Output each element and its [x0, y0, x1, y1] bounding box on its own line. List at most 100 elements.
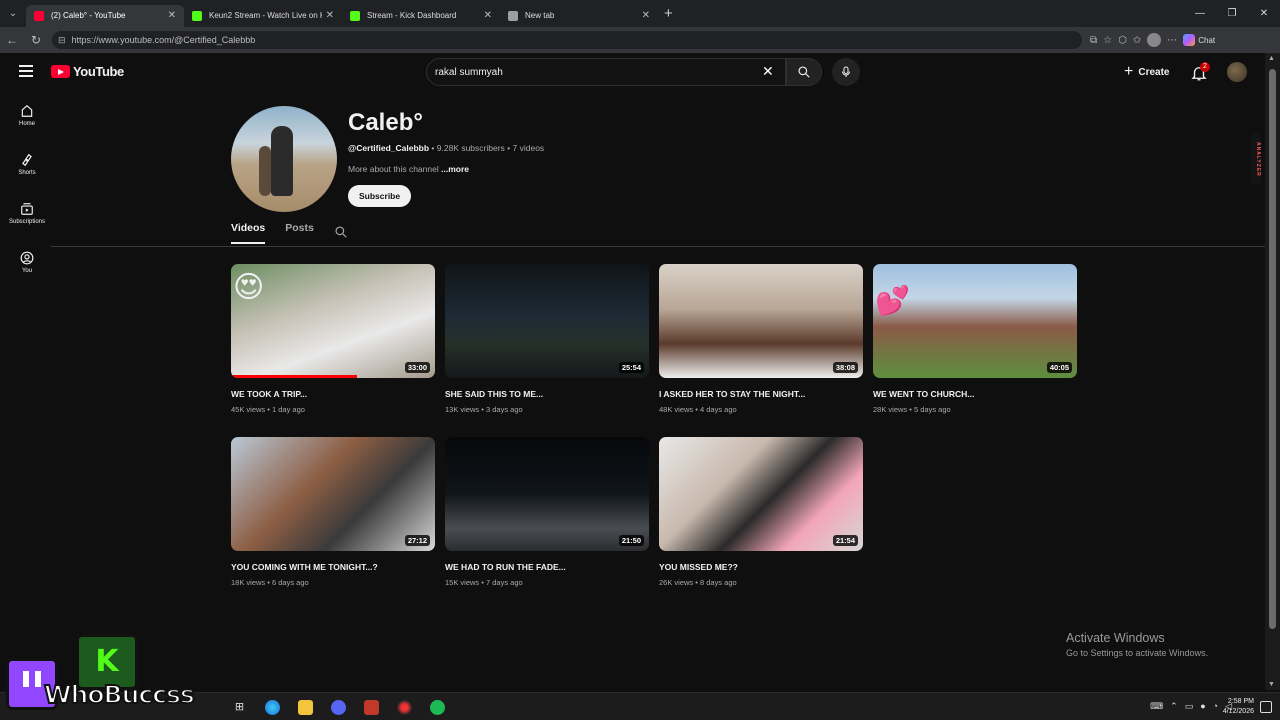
- guide-label: Shorts: [18, 170, 36, 176]
- video-title[interactable]: WE TOOK A TRIP...: [231, 389, 435, 399]
- analyzer-extension-tab[interactable]: ANALYZER: [1251, 133, 1261, 185]
- notification-center-icon[interactable]: [1260, 701, 1272, 713]
- app-icon[interactable]: [364, 700, 379, 715]
- clear-search-icon[interactable]: ✕: [762, 64, 774, 78]
- tab-posts[interactable]: Posts: [285, 222, 314, 244]
- video-views: 28K views: [873, 405, 908, 414]
- channel-avatar[interactable]: [231, 106, 337, 212]
- video-card[interactable]: 21:50 WE HAD TO RUN THE FADE... 15K view…: [445, 437, 649, 587]
- tab-search-chevron-icon[interactable]: ⌄: [0, 0, 26, 27]
- close-tab-icon[interactable]: ✕: [326, 10, 334, 21]
- tab-videos[interactable]: Videos: [231, 222, 266, 244]
- close-window-icon[interactable]: ✕: [1248, 8, 1280, 19]
- discord-icon[interactable]: [331, 700, 346, 715]
- extensions-icon[interactable]: ⬡: [1118, 35, 1127, 46]
- taskbar-clock[interactable]: 2:58 PM 4/12/2026: [1223, 697, 1254, 717]
- browser-tab-new-tab[interactable]: New tab ✕: [500, 5, 658, 27]
- youtube-logo[interactable]: YouTube: [51, 64, 124, 79]
- activate-windows-watermark: Activate Windows Go to Settings to activ…: [1066, 631, 1208, 658]
- voice-search-button[interactable]: [832, 58, 860, 86]
- video-card[interactable]: 38:08 I ASKED HER TO STAY THE NIGHT... 4…: [659, 264, 863, 414]
- video-title[interactable]: I ASKED HER TO STAY THE NIGHT...: [659, 389, 863, 399]
- more-menu-icon[interactable]: ⋯: [1167, 35, 1177, 46]
- search-input[interactable]: rakal summyah: [426, 58, 786, 86]
- wifi-icon[interactable]: ◔: [1213, 701, 1218, 712]
- video-thumbnail[interactable]: 38:08: [659, 264, 863, 378]
- search-button[interactable]: [786, 58, 822, 86]
- subscriber-count: 9.28K subscribers: [436, 143, 505, 153]
- browser-tab-kick-dashboard[interactable]: Stream - Kick Dashboard ✕: [342, 5, 500, 27]
- video-meta: 13K views • 3 days ago: [445, 405, 523, 414]
- microphone-tray-icon[interactable]: ●: [1200, 701, 1205, 712]
- video-meta: 48K views • 4 days ago: [659, 405, 737, 414]
- scroll-up-arrow-icon[interactable]: ▲: [1268, 55, 1275, 62]
- subscribe-button[interactable]: Subscribe: [348, 185, 412, 207]
- browser-tab-youtube[interactable]: (2) Caleb° - YouTube ✕: [26, 4, 184, 27]
- bookmark-star-icon[interactable]: ☆: [1103, 35, 1112, 46]
- video-thumbnail[interactable]: 😍 33:00: [231, 264, 435, 378]
- browser-tab-kick-stream[interactable]: Keun2 Stream - Watch Live on Kick ✕: [184, 5, 342, 27]
- url-input[interactable]: ⊟ https://www.youtube.com/@Certified_Cal…: [52, 31, 1082, 49]
- video-title[interactable]: WE WENT TO CHURCH...: [873, 389, 1077, 399]
- video-thumbnail[interactable]: 21:50: [445, 437, 649, 551]
- edge-browser-icon[interactable]: [265, 700, 280, 715]
- video-meta: 28K views • 5 days ago: [873, 405, 951, 414]
- create-button[interactable]: + Create: [1114, 59, 1180, 85]
- video-thumbnail[interactable]: 25:54: [445, 264, 649, 378]
- video-duration: 38:08: [832, 362, 858, 373]
- minimize-icon[interactable]: —: [1184, 8, 1216, 19]
- back-icon[interactable]: ←: [0, 33, 24, 47]
- account-avatar[interactable]: [1227, 62, 1247, 82]
- video-views: 15K views: [445, 578, 480, 587]
- video-meta: 15K views • 7 days ago: [445, 578, 523, 587]
- task-view-icon[interactable]: ⊞: [232, 700, 247, 715]
- video-card[interactable]: 💕 40:05 WE WENT TO CHURCH... 28K views •…: [873, 264, 1077, 414]
- video-meta: 18K views • 6 days ago: [231, 578, 309, 587]
- copilot-icon: [1183, 34, 1196, 46]
- video-thumbnail[interactable]: 💕 40:05: [873, 264, 1077, 378]
- shorts-icon: [22, 153, 32, 167]
- guide-item-you[interactable]: You: [0, 238, 54, 287]
- video-thumbnail[interactable]: 27:12: [231, 437, 435, 551]
- site-info-icon[interactable]: ⊟: [58, 35, 66, 46]
- channel-search-icon[interactable]: [334, 225, 348, 239]
- clock-time: 2:58 PM: [1227, 698, 1254, 705]
- profile-avatar[interactable]: [1147, 33, 1162, 47]
- video-card[interactable]: 25:54 SHE SAID THIS TO ME... 13K views •…: [445, 264, 649, 414]
- video-title[interactable]: WE HAD TO RUN THE FADE...: [445, 562, 649, 572]
- video-title[interactable]: YOU MISSED ME??: [659, 562, 863, 572]
- guide-item-subscriptions[interactable]: Subscriptions: [0, 189, 54, 238]
- favorites-icon[interactable]: ✩: [1133, 35, 1141, 46]
- scrollbar-thumb[interactable]: [1269, 69, 1276, 629]
- spotify-icon[interactable]: [430, 700, 445, 715]
- file-explorer-icon[interactable]: [298, 700, 313, 715]
- maximize-icon[interactable]: ❐: [1216, 8, 1248, 19]
- video-title[interactable]: YOU COMING WITH ME TONIGHT...?: [231, 562, 435, 572]
- tray-overflow-icon[interactable]: ⌃: [1170, 701, 1178, 712]
- channel-about-link[interactable]: More about this channel ...more: [348, 164, 469, 174]
- copilot-chat-button[interactable]: Chat: [1183, 34, 1215, 46]
- more-link[interactable]: ...more: [441, 164, 469, 174]
- create-label: Create: [1138, 66, 1170, 78]
- video-card[interactable]: 21:54 YOU MISSED ME?? 26K views • 8 days…: [659, 437, 863, 587]
- new-tab-plus-icon[interactable]: +: [664, 5, 673, 22]
- obs-icon[interactable]: [397, 700, 412, 715]
- battery-icon[interactable]: ▭: [1185, 701, 1194, 712]
- scroll-down-arrow-icon[interactable]: ▼: [1268, 681, 1275, 688]
- install-app-icon[interactable]: ⧉: [1090, 35, 1097, 46]
- reload-icon[interactable]: ↻: [24, 33, 48, 47]
- video-card[interactable]: 😍 33:00 WE TOOK A TRIP... 45K views • 1 …: [231, 264, 435, 414]
- video-card[interactable]: 27:12 YOU COMING WITH ME TONIGHT...? 18K…: [231, 437, 435, 587]
- guide-item-home[interactable]: Home: [0, 91, 54, 140]
- video-views: 48K views: [659, 405, 694, 414]
- close-tab-icon[interactable]: ✕: [642, 10, 650, 21]
- page-scrollbar[interactable]: ▲ ▼: [1265, 53, 1280, 690]
- video-title[interactable]: SHE SAID THIS TO ME...: [445, 389, 649, 399]
- keyboard-icon[interactable]: ⌨: [1150, 701, 1163, 712]
- video-thumbnail[interactable]: 21:54: [659, 437, 863, 551]
- guide-item-shorts[interactable]: Shorts: [0, 140, 54, 189]
- plus-icon: +: [1124, 63, 1134, 80]
- close-tab-icon[interactable]: ✕: [484, 10, 492, 21]
- close-tab-icon[interactable]: ✕: [168, 10, 176, 21]
- menu-hamburger-icon[interactable]: [19, 65, 33, 80]
